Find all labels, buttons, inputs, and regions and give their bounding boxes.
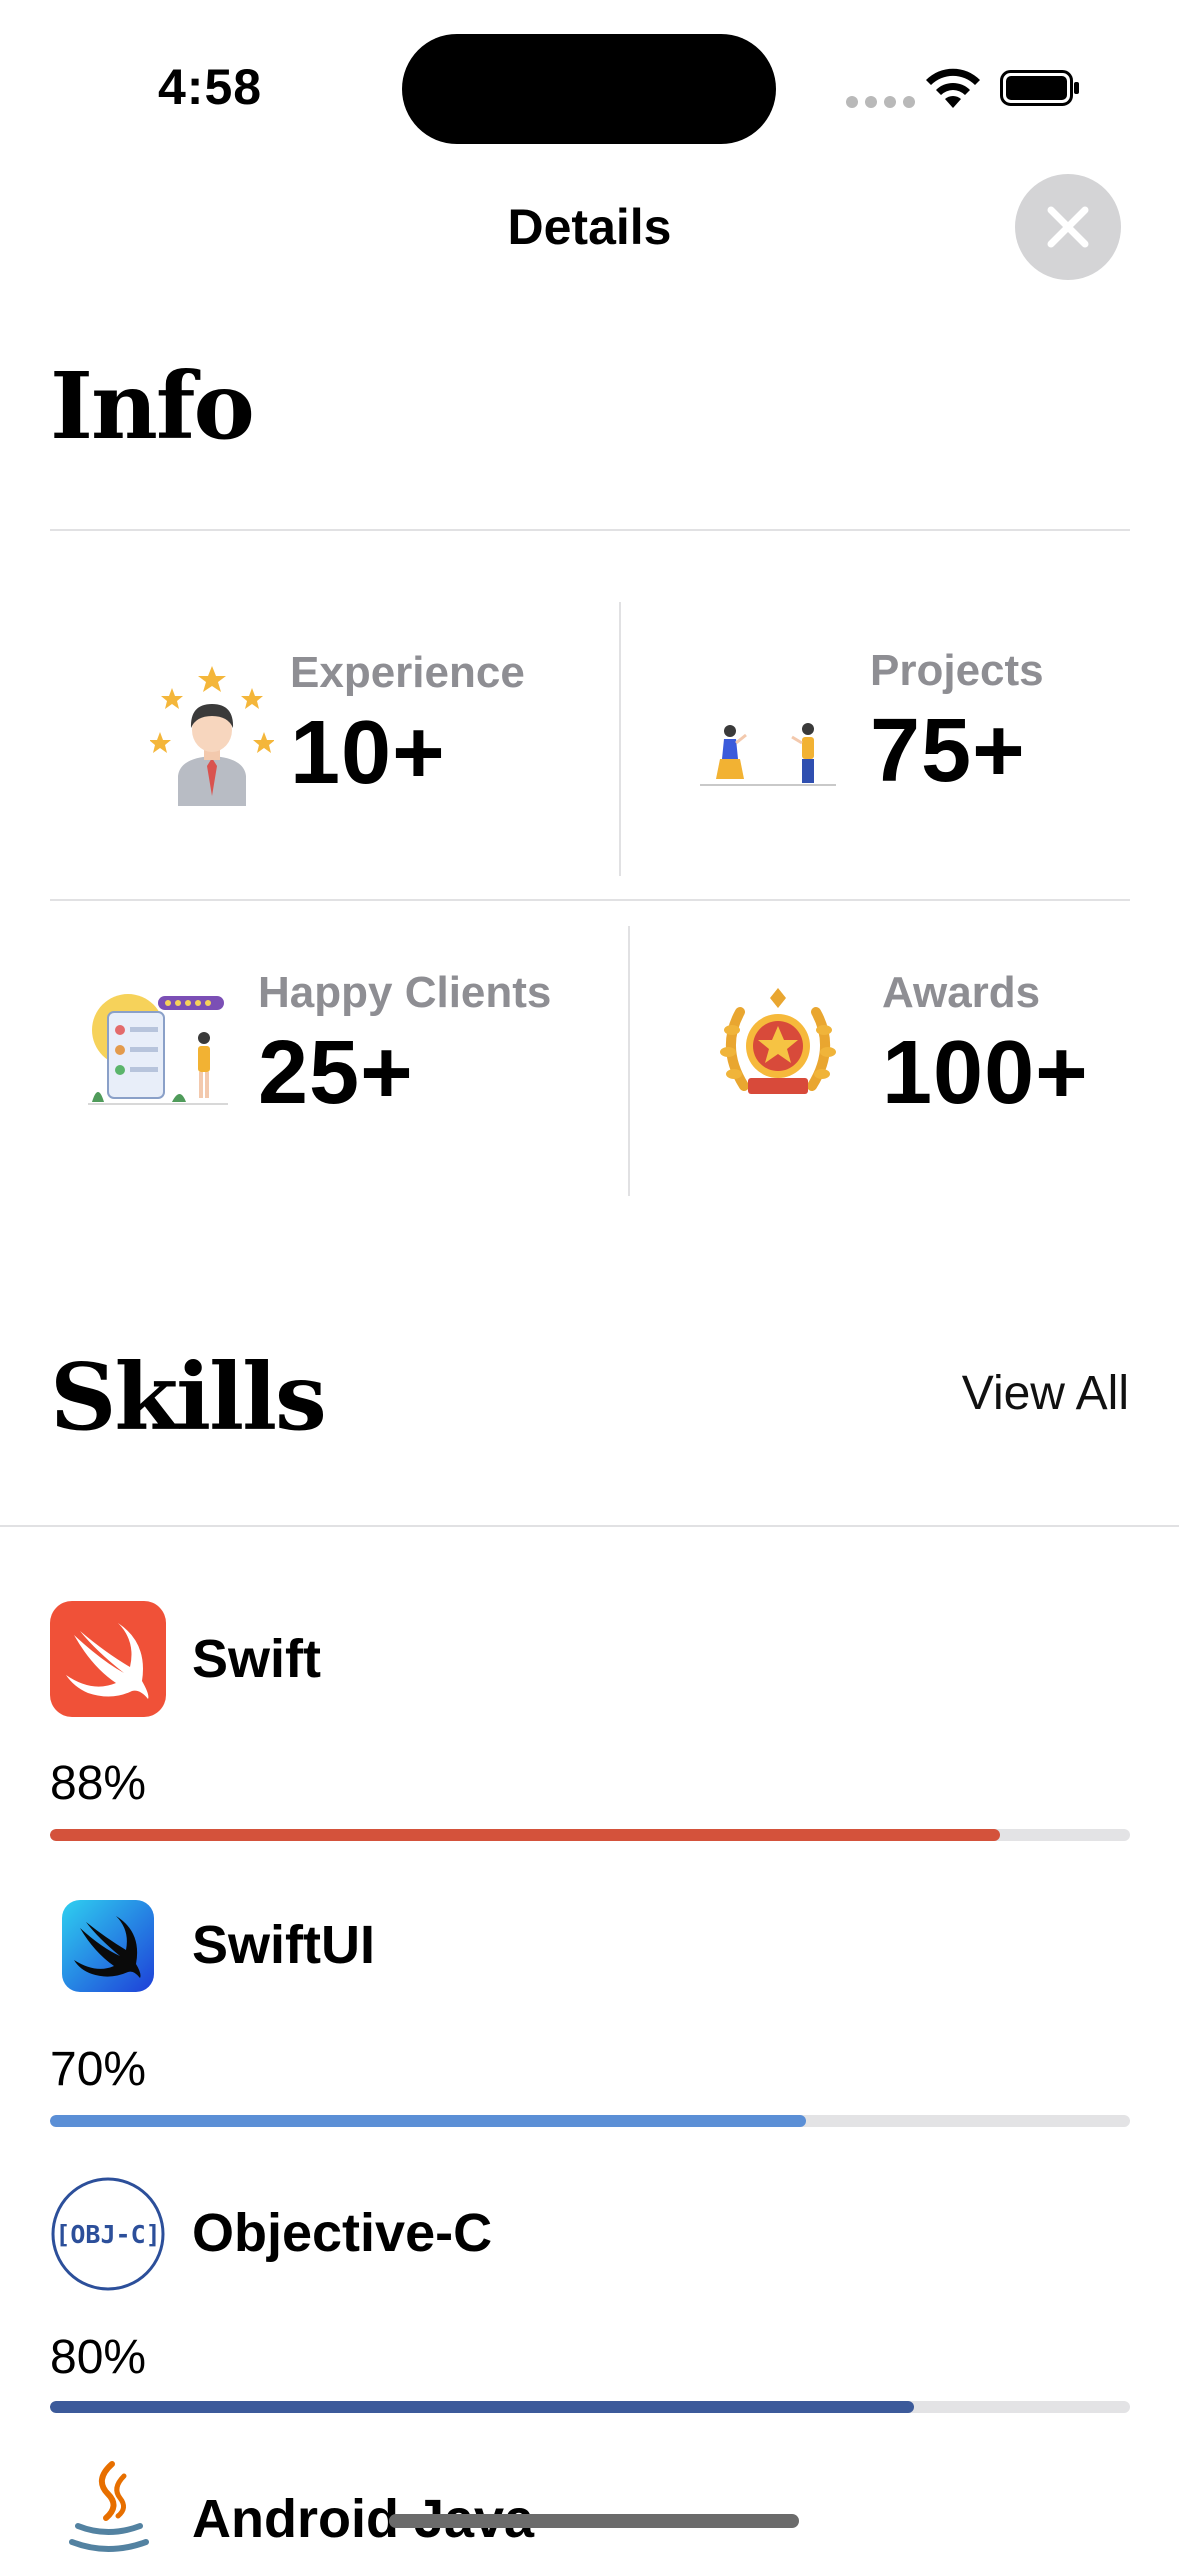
cellular-signal-icon bbox=[846, 96, 915, 108]
objc-icon: [OBJ-C] bbox=[51, 2177, 165, 2291]
close-button[interactable] bbox=[1015, 174, 1121, 280]
skill-progress-fill bbox=[50, 1829, 1001, 1841]
wifi-icon bbox=[926, 68, 980, 108]
view-all-button[interactable]: View All bbox=[962, 1366, 1129, 1421]
vertical-divider bbox=[628, 926, 630, 1196]
skill-percent: 88% bbox=[50, 1757, 147, 1810]
stat-value: 100+ bbox=[882, 1023, 1089, 1123]
skill-progress-fill bbox=[50, 2115, 806, 2127]
experience-illustration bbox=[150, 666, 274, 806]
stat-label: Awards bbox=[882, 968, 1041, 1017]
dynamic-island bbox=[402, 34, 776, 144]
stat-projects: Projects 75+ bbox=[698, 646, 1044, 803]
skill-name: Objective-C bbox=[192, 2203, 493, 2263]
info-title: Info bbox=[50, 352, 255, 460]
divider bbox=[50, 529, 1130, 531]
stat-label: Happy Clients bbox=[258, 968, 552, 1017]
divider bbox=[0, 1525, 1179, 1527]
stat-label: Projects bbox=[870, 646, 1044, 695]
skill-percent: 70% bbox=[50, 2043, 147, 2096]
skill-name: Swift bbox=[192, 1629, 321, 1689]
skill-name: SwiftUI bbox=[192, 1915, 375, 1975]
stat-label: Experience bbox=[290, 647, 525, 697]
swiftui-icon bbox=[62, 1900, 154, 1992]
trophy-icon bbox=[720, 987, 836, 1094]
skill-progress-track bbox=[50, 2115, 1130, 2127]
stat-happy-clients: Happy Clients 25+ bbox=[88, 968, 551, 1125]
stat-experience: Experience 10+ bbox=[150, 646, 525, 806]
home-indicator[interactable] bbox=[389, 2514, 799, 2528]
close-icon bbox=[1047, 206, 1089, 248]
skill-progress-fill bbox=[50, 2401, 914, 2413]
happy-clients-illustration bbox=[88, 993, 228, 1105]
divider bbox=[50, 899, 1130, 901]
skill-percent: 80% bbox=[50, 2331, 147, 2384]
projects-illustration bbox=[700, 722, 836, 786]
stat-value: 75+ bbox=[870, 701, 1026, 801]
objc-icon-label: [OBJ-C] bbox=[55, 2220, 160, 2249]
swift-icon bbox=[50, 1601, 166, 1717]
java-icon bbox=[69, 2461, 149, 2552]
stat-value: 10+ bbox=[290, 702, 446, 803]
skills-title: Skills bbox=[50, 1343, 327, 1451]
skill-progress-track bbox=[50, 2401, 1130, 2413]
nav-title: Details bbox=[507, 199, 672, 255]
battery-icon bbox=[1000, 70, 1079, 106]
status-time: 4:58 bbox=[158, 59, 263, 115]
stat-value: 25+ bbox=[258, 1023, 414, 1123]
stat-awards: Awards 100+ bbox=[718, 968, 1089, 1125]
skill-progress-track bbox=[50, 1829, 1130, 1841]
vertical-divider bbox=[619, 602, 621, 876]
